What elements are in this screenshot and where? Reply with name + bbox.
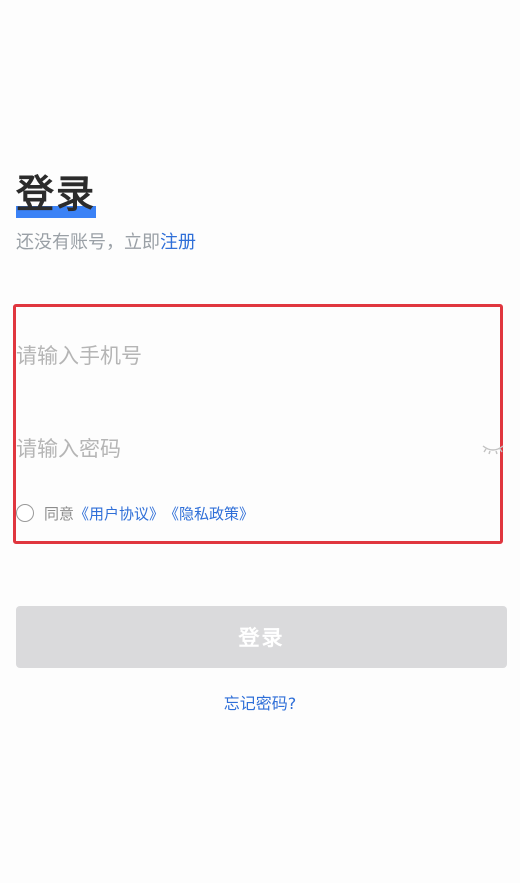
password-input[interactable] (16, 437, 456, 461)
password-field[interactable] (16, 434, 456, 464)
page-title-wrap: 登录 (16, 170, 96, 222)
user-agreement-link[interactable]: 《用户协议》 (74, 503, 164, 524)
phone-field[interactable] (16, 341, 456, 371)
page-title: 登录 (16, 172, 97, 216)
forgot-password-link[interactable]: 忘记密码? (0, 690, 520, 714)
login-button[interactable]: 登录 (16, 606, 507, 668)
agree-radio[interactable] (16, 504, 34, 522)
privacy-policy-link[interactable]: 《隐私政策》 (164, 503, 254, 524)
register-prompt: 还没有账号，立即注册 (16, 230, 196, 256)
agreement-row: 同意 《用户协议》 《隐私政策》 (16, 501, 254, 525)
register-prompt-text: 还没有账号，立即 (16, 232, 160, 253)
phone-input[interactable] (16, 344, 456, 368)
agree-prefix: 同意 (44, 504, 75, 523)
eye-closed-icon[interactable] (482, 441, 504, 457)
register-link[interactable]: 注册 (160, 232, 196, 253)
